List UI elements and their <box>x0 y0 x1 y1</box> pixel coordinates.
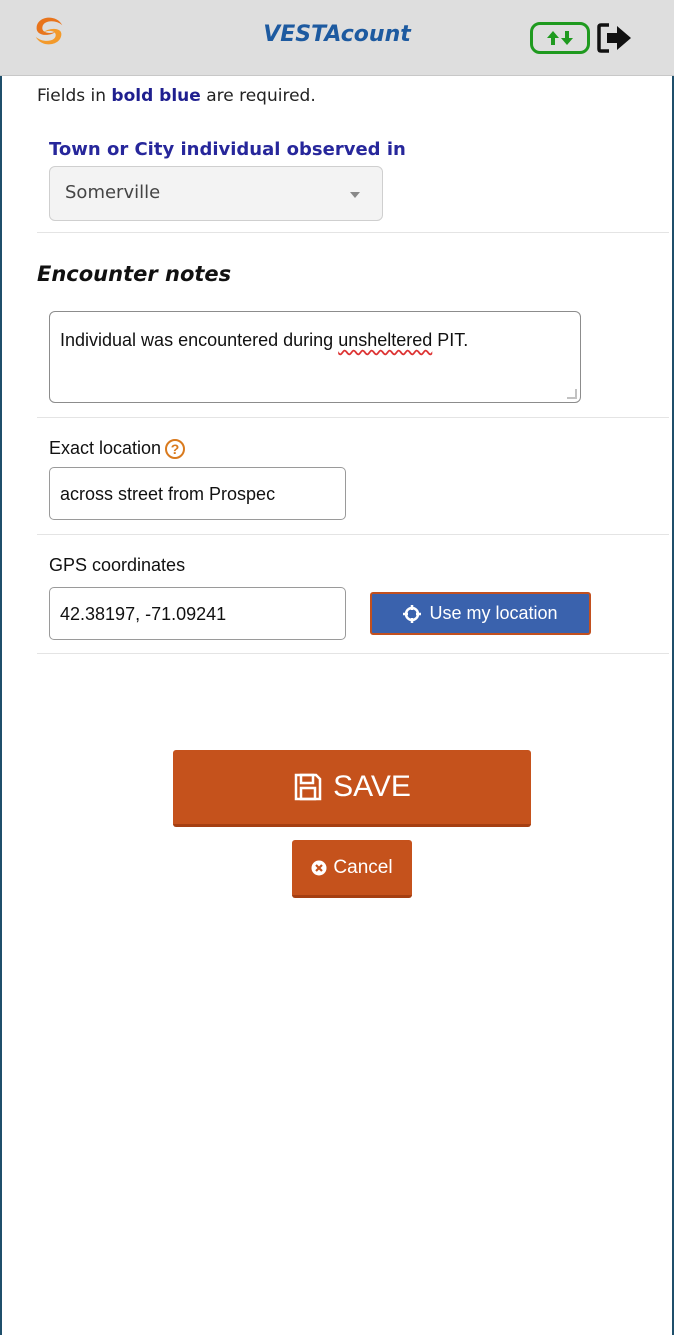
gps-coordinates-input[interactable]: 42.38197, -71.09241 <box>49 587 346 640</box>
help-icon[interactable]: ? <box>165 439 186 460</box>
exact-location-label: Exact location? <box>49 438 186 460</box>
town-label: Town or City individual observed in <box>49 139 406 160</box>
encounter-notes-heading: Encounter notes <box>37 262 232 286</box>
encounter-notes-textarea[interactable]: Individual was encountered during unshel… <box>49 311 581 403</box>
cancel-button[interactable]: Cancel <box>292 840 412 898</box>
town-select-value: Somerville <box>65 182 161 203</box>
gps-coordinates-label: GPS coordinates <box>49 555 186 575</box>
notes-text-start: Individual was encountered during <box>60 330 339 350</box>
use-my-location-button[interactable]: Use my location <box>370 592 591 635</box>
notes-text-end: PIT. <box>432 330 469 350</box>
town-select[interactable]: Somerville <box>49 166 383 221</box>
required-note-prefix: Fields in <box>37 86 112 106</box>
divider <box>37 653 669 654</box>
required-note-bold: bold blue <box>111 86 201 106</box>
floppy-disk-icon <box>294 773 322 801</box>
required-note-suffix: are required. <box>200 86 316 106</box>
notes-misspelled-word: unsheltered <box>338 330 433 350</box>
crosshair-icon <box>403 604 422 623</box>
caret-down-icon <box>350 192 360 198</box>
save-label: SAVE <box>333 770 411 803</box>
resize-handle-icon[interactable] <box>567 389 577 399</box>
divider <box>37 534 669 535</box>
divider <box>37 417 669 418</box>
save-button[interactable]: SAVE <box>173 750 531 827</box>
cancel-label: Cancel <box>333 856 393 878</box>
required-fields-note: Fields in bold blue are required. <box>37 86 316 106</box>
sync-button[interactable] <box>530 22 590 54</box>
exact-location-label-text: Exact location <box>49 438 162 458</box>
divider <box>37 232 669 233</box>
cancel-circle-x-icon <box>311 860 327 875</box>
logout-icon[interactable] <box>597 22 637 54</box>
use-my-location-label: Use my location <box>429 603 558 623</box>
exact-location-input[interactable]: across street from Prospec <box>49 467 346 520</box>
sync-up-down-icon <box>547 31 573 45</box>
app-header: VESTAcount <box>0 0 674 76</box>
